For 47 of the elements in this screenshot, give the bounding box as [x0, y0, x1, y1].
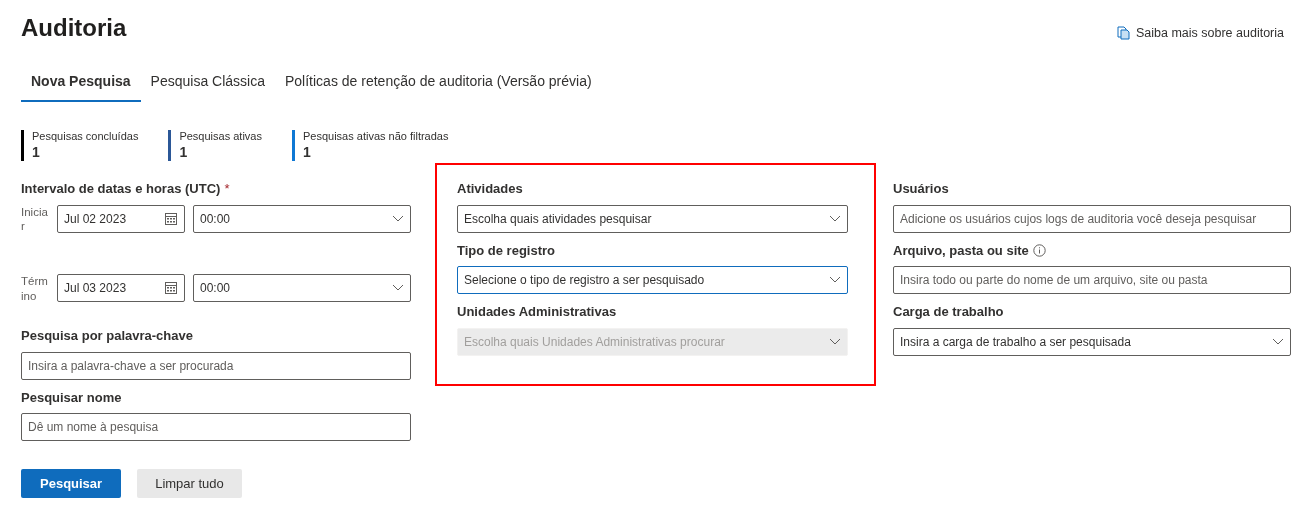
- chevron-down-icon: [392, 284, 404, 293]
- help-link[interactable]: Saiba mais sobre auditoria: [1117, 24, 1284, 43]
- info-icon[interactable]: [1032, 243, 1046, 257]
- stat-value: 1: [32, 143, 41, 162]
- chevron-down-icon: [392, 214, 404, 223]
- tab[interactable]: Pesquisa Clássica: [140, 64, 275, 102]
- page-title: Auditoria: [21, 14, 127, 43]
- date-picker[interactable]: Jul 02 2023: [57, 204, 185, 233]
- input-field[interactable]: Insira todo ou parte do nome de um arquivo, site ou pasta: [893, 266, 1291, 295]
- time-dropdown[interactable]: 00:00: [193, 274, 411, 303]
- clear-button[interactable]: Limpar tudo: [137, 469, 242, 499]
- field-label: Atividades: [457, 180, 523, 199]
- field-label: Carga de trabalho: [893, 303, 1004, 322]
- stat-value: 1: [302, 143, 312, 162]
- tab[interactable]: Nova Pesquisa: [21, 64, 141, 102]
- field-label: Usuários: [893, 180, 949, 199]
- dropdown[interactable]: Insira a carga de trabalho a ser pesquisada: [893, 327, 1291, 356]
- calendar-icon: [164, 281, 178, 296]
- input-field[interactable]: Adicione os usuários cujos logs de auditoria você deseja pesquisar: [893, 204, 1291, 233]
- stat-label: Pesquisas concluídas: [32, 129, 139, 144]
- dropdown[interactable]: Selecione o tipo de registro a ser pesquisado: [457, 266, 848, 295]
- field-label: Tipo de registro: [457, 241, 555, 260]
- chevron-down-icon: [829, 214, 841, 223]
- tab[interactable]: Políticas de retenção de auditoria (Versão prévia): [275, 64, 602, 102]
- field-label: Unidades Administrativas: [457, 303, 617, 322]
- date-picker[interactable]: Jul 03 2023: [57, 274, 185, 303]
- field-label: Arquivo, pasta ou site: [893, 241, 1029, 260]
- dropdown: Escolha quais Unidades Administrativas procurar: [457, 327, 848, 356]
- chevron-down-icon: [829, 337, 841, 346]
- documents-icon: [1117, 26, 1130, 41]
- date-label: Iniciar: [21, 204, 49, 235]
- field-label: Intervalo de datas e horas (UTC): [21, 180, 221, 199]
- field-label: Pesquisar nome: [21, 388, 122, 407]
- input-field[interactable]: Insira a palavra-chave a ser procurada: [21, 351, 411, 380]
- stat-label: Pesquisas ativas: [179, 129, 262, 144]
- dropdown[interactable]: Escolha quais atividades pesquisar: [457, 204, 848, 233]
- input-field[interactable]: Dê um nome à pesquisa: [21, 413, 411, 442]
- time-dropdown[interactable]: 00:00: [193, 204, 411, 233]
- chevron-down-icon: [1272, 337, 1284, 346]
- calendar-icon: [164, 211, 178, 226]
- chevron-down-icon: [829, 276, 841, 285]
- date-label: Término: [21, 274, 49, 305]
- stat-label: Pesquisas ativas não filtradas: [302, 129, 449, 144]
- stat-value: 1: [179, 143, 189, 162]
- search-button[interactable]: Pesquisar: [21, 469, 122, 499]
- required-mark: *: [224, 180, 230, 199]
- field-label: Pesquisa por palavra-chave: [21, 327, 193, 346]
